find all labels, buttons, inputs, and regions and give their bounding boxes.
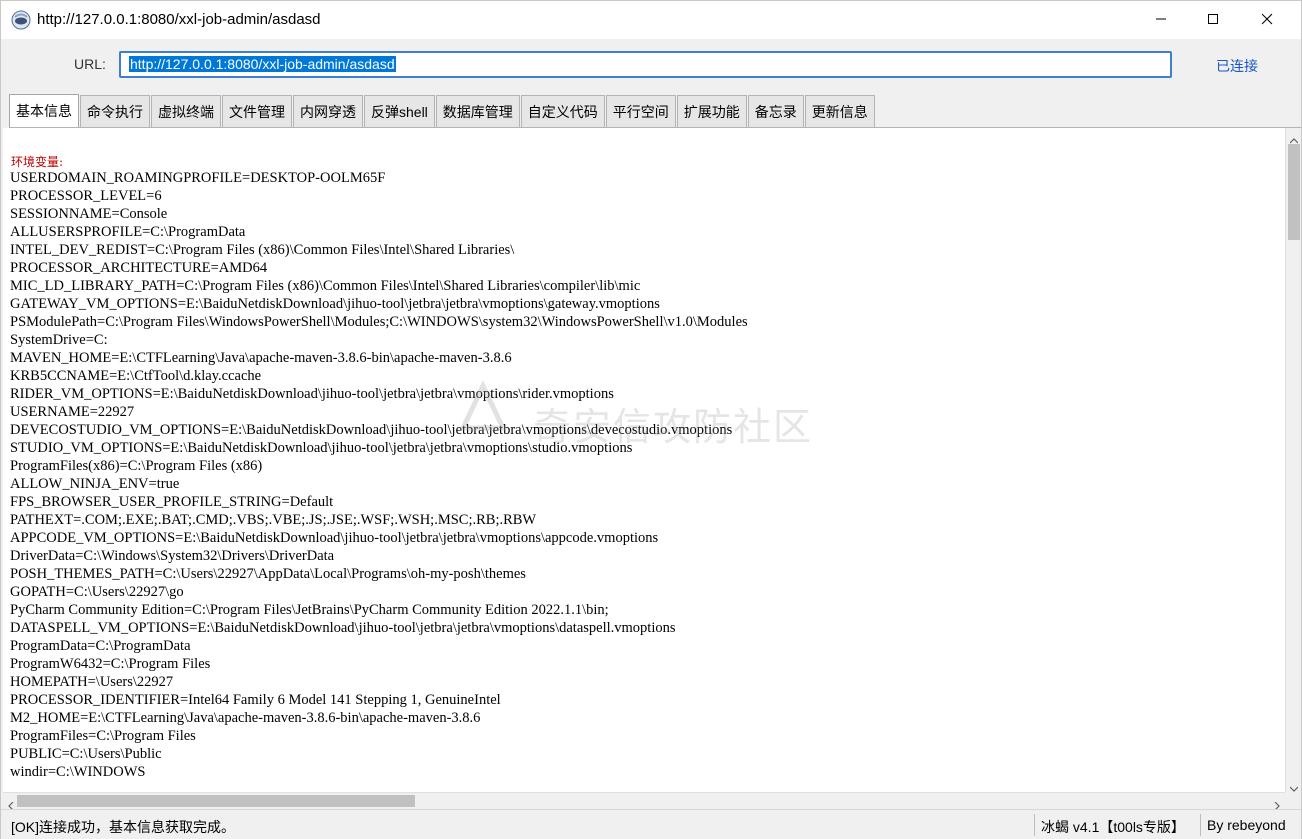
tab-memo[interactable]: 备忘录 <box>747 95 804 127</box>
env-variable-line: ProgramData=C:\ProgramData <box>10 638 191 654</box>
connection-status: 已连接 <box>1216 58 1258 74</box>
scrollbar-corner <box>1285 792 1301 808</box>
env-variable-line: SESSIONNAME=Console <box>10 206 168 222</box>
env-variable-line: PSModulePath=C:\Program Files\WindowsPow… <box>10 314 748 330</box>
tab-reverse-shell[interactable]: 反弹shell <box>364 95 435 127</box>
env-header: 环境变量: <box>11 155 64 169</box>
scroll-up-icon[interactable] <box>1289 132 1299 144</box>
watermark-logo-icon <box>453 378 513 441</box>
env-variable-line: ProgramW6432=C:\Program Files <box>10 656 211 672</box>
minimize-button[interactable] <box>1138 1 1184 39</box>
status-divider <box>1034 814 1035 836</box>
horizontal-scroll-thumb[interactable] <box>17 795 415 807</box>
env-variable-line: HOMEPATH=\Users\22927 <box>10 674 174 690</box>
env-variable-line: MIC_LD_LIBRARY_PATH=C:\Program Files (x8… <box>10 278 641 294</box>
tab-basic-info[interactable]: 基本信息 <box>9 94 79 127</box>
env-variable-line: SystemDrive=C: <box>10 332 108 348</box>
minimize-icon <box>1155 12 1167 28</box>
env-variable-line: ALLOW_NINJA_ENV=true <box>10 476 180 492</box>
env-variable-line: PROCESSOR_LEVEL=6 <box>10 188 162 204</box>
watermark-text: 奇安信攻防社区 <box>533 405 814 449</box>
env-variable-list: USERDOMAIN_ROAMINGPROFILE=DESKTOP-OOLM65… <box>10 169 748 781</box>
close-button[interactable] <box>1244 1 1290 39</box>
tab-virtual-terminal[interactable]: 虚拟终端 <box>151 95 221 127</box>
env-variable-line: PyCharm Community Edition=C:\Program Fil… <box>10 602 609 618</box>
env-variable-line: POSH_THEMES_PATH=C:\Users\22927\AppData\… <box>10 566 526 582</box>
bee-logo-icon <box>11 10 31 30</box>
env-variable-line: PROCESSOR_IDENTIFIER=Intel64 Family 6 Mo… <box>10 692 501 708</box>
window-title: http://127.0.0.1:8080/xxl-job-admin/asda… <box>37 11 321 28</box>
tab-bar: 基本信息 命令执行 虚拟终端 文件管理 内网穿透 反弹shell 数据库管理 自… <box>9 94 876 127</box>
maximize-icon <box>1207 12 1219 28</box>
url-input-value: http://127.0.0.1:8080/xxl-job-admin/asda… <box>129 56 396 72</box>
app-window: http://127.0.0.1:8080/xxl-job-admin/asda… <box>0 0 1302 839</box>
status-bar: [OK]连接成功，基本信息获取完成。 冰蝎 v4.1【t00ls专版】 By r… <box>1 809 1301 839</box>
status-author: By rebeyond <box>1207 817 1286 833</box>
title-bar: http://127.0.0.1:8080/xxl-job-admin/asda… <box>1 1 1301 39</box>
env-variable-line: PUBLIC=C:\Users\Public <box>10 746 162 762</box>
url-bar: URL: http://127.0.0.1:8080/xxl-job-admin… <box>1 39 1301 91</box>
tab-extensions[interactable]: 扩展功能 <box>676 95 747 127</box>
env-variable-line: KRB5CCNAME=E:\CtfTool\d.klay.ccache <box>10 368 262 384</box>
env-variable-line: FPS_BROWSER_USER_PROFILE_STRING=Default <box>10 494 334 510</box>
env-variable-line: ProgramFiles=C:\Program Files <box>10 728 196 744</box>
close-icon <box>1261 12 1273 28</box>
tab-update-info[interactable]: 更新信息 <box>804 95 875 127</box>
status-message: [OK]连接成功，基本信息获取完成。 <box>11 819 236 835</box>
env-variable-line: GOPATH=C:\Users\22927\go <box>10 584 184 600</box>
env-variable-line: PATHEXT=.COM;.EXE;.BAT;.CMD;.VBS;.VBE;.J… <box>10 512 537 528</box>
env-variable-line: ALLUSERSPROFILE=C:\ProgramData <box>10 224 246 240</box>
maximize-button[interactable] <box>1190 1 1236 39</box>
tab-intranet-tunnel[interactable]: 内网穿透 <box>293 95 363 127</box>
url-label: URL: <box>74 56 106 72</box>
tab-parallel-space[interactable]: 平行空间 <box>605 95 676 127</box>
env-variable-line: MAVEN_HOME=E:\CTFLearning\Java\apache-ma… <box>10 350 512 366</box>
url-input[interactable]: http://127.0.0.1:8080/xxl-job-admin/asda… <box>119 51 1172 78</box>
env-variable-line: DriverData=C:\Windows\System32\Drivers\D… <box>10 548 335 564</box>
scroll-down-icon[interactable] <box>1289 780 1299 792</box>
tab-file-manager[interactable]: 文件管理 <box>222 95 292 127</box>
env-variable-line: DATASPELL_VM_OPTIONS=E:\BaiduNetdiskDown… <box>10 620 676 636</box>
vertical-scroll-thumb[interactable] <box>1288 144 1300 240</box>
env-variable-line: windir=C:\WINDOWS <box>10 764 146 780</box>
env-variable-line: USERDOMAIN_ROAMINGPROFILE=DESKTOP-OOLM65… <box>10 170 386 186</box>
tab-database-manager[interactable]: 数据库管理 <box>435 95 520 127</box>
status-version: 冰蝎 v4.1【t00ls专版】 <box>1041 819 1185 835</box>
status-divider <box>1200 814 1201 836</box>
env-variable-line: GATEWAY_VM_OPTIONS=E:\BaiduNetdiskDownlo… <box>10 296 660 312</box>
basic-info-panel[interactable]: 环境变量: USERDOMAIN_ROAMINGPROFILE=DESKTOP-… <box>3 128 1285 792</box>
env-variable-line: INTEL_DEV_REDIST=C:\Program Files (x86)\… <box>10 242 515 258</box>
env-variable-line: PROCESSOR_ARCHITECTURE=AMD64 <box>10 260 268 276</box>
env-variable-line: APPCODE_VM_OPTIONS=E:\BaiduNetdiskDownlo… <box>10 530 659 546</box>
tab-command-exec[interactable]: 命令执行 <box>80 95 150 127</box>
tab-custom-code[interactable]: 自定义代码 <box>520 95 605 127</box>
vertical-scrollbar[interactable] <box>1285 128 1301 792</box>
env-variable-line: ProgramFiles(x86)=C:\Program Files (x86) <box>10 458 263 474</box>
env-variable-line: M2_HOME=E:\CTFLearning\Java\apache-maven… <box>10 710 481 726</box>
horizontal-scrollbar[interactable] <box>3 792 1285 811</box>
